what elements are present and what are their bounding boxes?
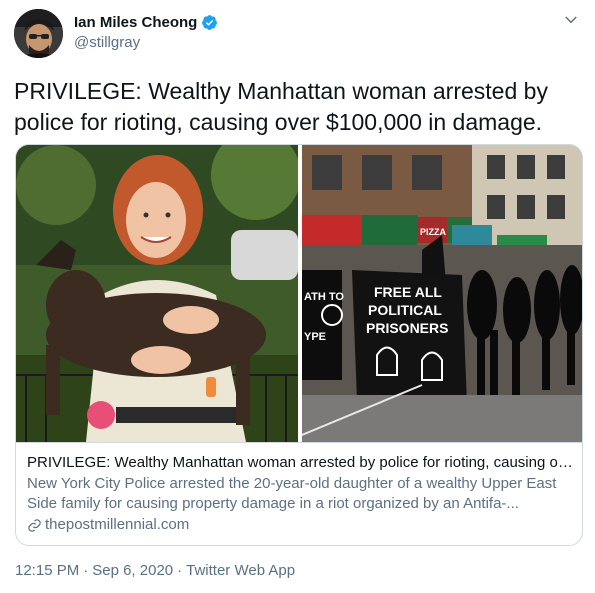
author-handle[interactable]: @stillgray [74, 34, 218, 51]
tweet-meta: 12:15 PM · Sep 6, 2020 · Twitter Web App [15, 562, 295, 579]
card-link-row[interactable]: thepostmillennial.com [27, 515, 573, 535]
avatar[interactable] [14, 9, 63, 58]
meta-separator: · [177, 562, 183, 579]
tweet-text: PRIVILEGE: Wealthy Manhattan woman arres… [14, 78, 548, 135]
card-body: PRIVILEGE: Wealthy Manhattan woman arres… [16, 442, 582, 545]
author-name[interactable]: Ian Miles Cheong [74, 14, 197, 31]
tweet-date[interactable]: Sep 6, 2020 [92, 562, 173, 579]
card-domain: thepostmillennial.com [45, 516, 190, 533]
link-card[interactable]: PIZZA ATH TO YPE FREE ALL POLITICAL PRIS… [15, 144, 583, 546]
tweet-source[interactable]: Twitter Web App [186, 562, 295, 579]
author-block: Ian Miles Cheong @stillgray [74, 12, 218, 51]
banner-line-1: FREE ALL [374, 284, 442, 300]
shop-sign-text: PIZZA [420, 227, 446, 237]
card-description: New York City Police arrested the 20-yea… [27, 475, 557, 512]
link-icon [27, 518, 42, 533]
tweet-time[interactable]: 12:15 PM [15, 562, 79, 579]
card-title: PRIVILEGE: Wealthy Manhattan woman arres… [27, 454, 573, 471]
verified-badge-icon [201, 14, 218, 31]
banner-line-2: POLITICAL [368, 302, 442, 318]
tweet-header: Ian Miles Cheong @stillgray [14, 9, 582, 59]
card-images: PIZZA ATH TO YPE FREE ALL POLITICAL PRIS… [16, 145, 582, 442]
banner-left-line-2: YPE [304, 331, 326, 343]
banner-line-3: PRISONERS [366, 320, 448, 336]
author-name-row: Ian Miles Cheong [74, 12, 218, 32]
meta-separator: · [83, 562, 89, 579]
card-image-woman-with-goat [16, 145, 298, 442]
card-image-protest: PIZZA ATH TO YPE FREE ALL POLITICAL PRIS… [302, 145, 582, 442]
banner-left-line-1: ATH TO [304, 291, 344, 303]
chevron-down-icon[interactable] [562, 11, 580, 29]
